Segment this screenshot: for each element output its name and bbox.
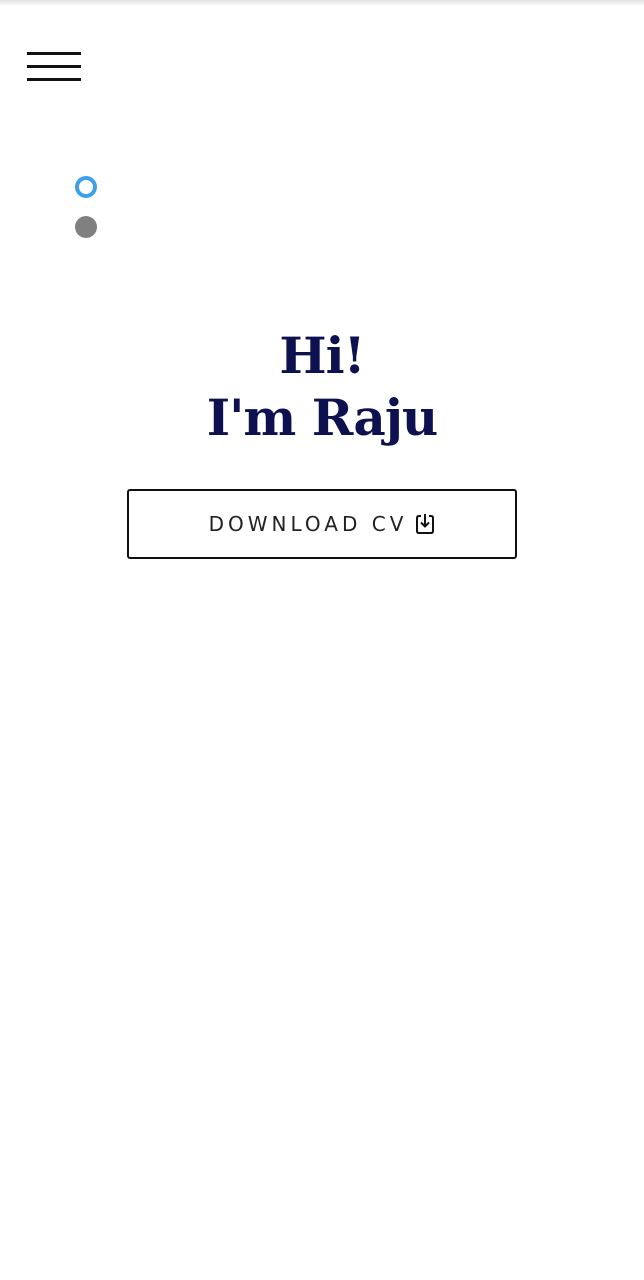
- hero-greeting: Hi!: [279, 326, 365, 385]
- hamburger-menu-icon[interactable]: [27, 52, 81, 82]
- slider-dots: [75, 176, 97, 238]
- download-cv-button[interactable]: DOWNLOAD CV: [127, 489, 517, 559]
- menu-line: [27, 52, 81, 55]
- slider-dot-inactive[interactable]: [75, 216, 97, 238]
- menu-line: [27, 65, 81, 68]
- top-bar-shadow: [0, 0, 644, 6]
- menu-line: [27, 78, 81, 81]
- download-icon: [415, 513, 435, 535]
- download-cv-label: DOWNLOAD CV: [208, 512, 408, 536]
- hero-title: Hi! I'm Raju: [0, 325, 644, 449]
- hero-intro: I'm Raju: [206, 388, 439, 447]
- slider-dot-active[interactable]: [75, 176, 97, 198]
